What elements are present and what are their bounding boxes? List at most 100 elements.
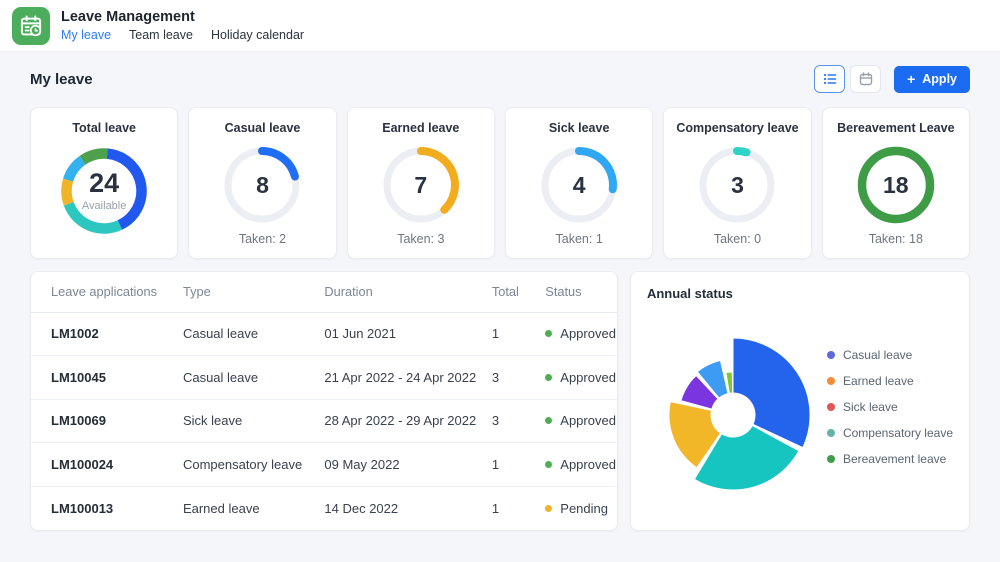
apply-button-label: Apply [922, 72, 957, 86]
leave-management-logo-icon [12, 7, 50, 45]
status-dot-icon [545, 461, 552, 468]
table-header: Leave applicationsTypeDurationTotalStatu… [31, 272, 617, 312]
cell-total: 3 [491, 399, 544, 443]
stat-card-value: 3 [731, 174, 744, 197]
cell-leave-id: LM10045 [31, 356, 182, 400]
cell-status: Approved [544, 312, 617, 356]
stat-card-taken-label: Taken: 18 [869, 232, 923, 246]
stat-card-value: 4 [573, 174, 586, 197]
status-label: Approved [560, 370, 616, 385]
stat-ring-chart: 8 [220, 143, 304, 227]
bottom-row: Leave applicationsTypeDurationTotalStatu… [30, 271, 970, 531]
stat-card-taken-label: Taken: 3 [397, 232, 444, 246]
header-tab-holiday-calendar[interactable]: Holiday calendar [211, 28, 304, 42]
stat-card-bereavement-leave: Bereavement Leave18Taken: 18 [822, 107, 970, 259]
table-row-lm10045[interactable]: LM10045Casual leave21 Apr 2022 - 24 Apr … [31, 356, 617, 400]
header-tabs: My leave Team leave Holiday calendar [61, 28, 304, 42]
legend-item-compensatory-leave[interactable]: Compensatory leave [827, 426, 953, 440]
cell-leave-id: LM100013 [31, 486, 182, 530]
calendar-view-button[interactable] [850, 65, 881, 93]
cell-duration: 09 May 2022 [323, 443, 490, 487]
stat-ring-chart: 4 [537, 143, 621, 227]
stat-card-taken-label: Taken: 1 [556, 232, 603, 246]
stat-card-title: Casual leave [225, 121, 301, 135]
stat-card-taken-label: Taken: 2 [239, 232, 286, 246]
stat-ring-chart: 24Available [56, 143, 152, 239]
column-header-type: Type [182, 272, 323, 312]
cell-duration: 21 Apr 2022 - 24 Apr 2022 [323, 356, 490, 400]
column-header-status: Status [544, 272, 617, 312]
stat-card-total-leave: Total leave 24Available [30, 107, 178, 259]
legend-dot-icon [827, 377, 835, 385]
table-row-lm1002[interactable]: LM1002Casual leave01 Jun 20211Approved [31, 312, 617, 356]
stat-card-value: 8 [256, 174, 269, 197]
app-header: Leave Management My leave Team leave Holid… [0, 0, 1000, 52]
legend-label: Bereavement leave [843, 452, 946, 466]
leave-summary-cards: Total leave 24Available Casual leave 8 Taken… [30, 107, 970, 259]
table-row-lm100013[interactable]: LM100013Earned leave14 Dec 20221Pending [31, 486, 617, 530]
stat-card-title: Sick leave [549, 121, 609, 135]
stat-card-title: Compensatory leave [676, 121, 798, 135]
table-row-lm10069[interactable]: LM10069Sick leave28 Apr 2022 - 29 Apr 20… [31, 399, 617, 443]
stat-card-title: Total leave [72, 121, 136, 135]
section-header: My leave [30, 63, 970, 95]
legend-label: Sick leave [843, 400, 898, 414]
app-title: Leave Management [61, 9, 304, 25]
status-label: Approved [560, 326, 616, 341]
table-row-lm100024[interactable]: LM100024Compensatory leave09 May 20221Ap… [31, 443, 617, 487]
stat-card-title: Bereavement Leave [837, 121, 954, 135]
header-tab-team-leave[interactable]: Team leave [129, 28, 193, 42]
header-tab-my-leave[interactable]: My leave [61, 28, 111, 42]
leave-applications-table-card: Leave applicationsTypeDurationTotalStatu… [30, 271, 618, 531]
legend-dot-icon [827, 455, 835, 463]
cell-status: Approved [544, 399, 617, 443]
toolbar-controls: + Apply [814, 65, 970, 93]
legend-dot-icon [827, 351, 835, 359]
status-dot-icon [545, 374, 552, 381]
status-badge: Approved [545, 457, 616, 472]
list-view-icon [822, 71, 838, 87]
status-dot-icon [545, 330, 552, 337]
stat-ring-chart: 7 [379, 143, 463, 227]
legend-item-earned-leave[interactable]: Earned leave [827, 374, 953, 388]
annual-status-body: Casual leave Earned leave Sick leave Compen… [647, 303, 953, 511]
legend-item-bereavement-leave[interactable]: Bereavement leave [827, 452, 953, 466]
cell-total: 1 [491, 443, 544, 487]
status-dot-icon [545, 417, 552, 424]
stat-card-compensatory-leave: Compensatory leave 3 Taken: 0 [663, 107, 811, 259]
ring-center-text: 3 [695, 143, 779, 227]
cell-status: Approved [544, 356, 617, 400]
cell-total: 1 [491, 312, 544, 356]
cell-status: Pending [544, 486, 617, 530]
status-badge: Approved [545, 413, 616, 428]
status-label: Pending [560, 501, 608, 516]
status-dot-icon [545, 505, 552, 512]
ring-center-text: 7 [379, 143, 463, 227]
list-view-button[interactable] [814, 65, 845, 93]
cell-leave-id: LM100024 [31, 443, 182, 487]
stat-card-taken-label: Taken: 0 [714, 232, 761, 246]
cell-leave-type: Compensatory leave [182, 443, 323, 487]
ring-center-text: 24Available [56, 143, 152, 239]
stat-card-sick-leave: Sick leave 4 Taken: 1 [505, 107, 653, 259]
stat-card-value: 7 [414, 174, 427, 197]
annual-status-card: Annual status Casual leaveEarned leaveSi… [630, 271, 970, 531]
status-badge: Approved [545, 370, 616, 385]
status-badge: Approved [545, 326, 616, 341]
plus-icon: + [907, 72, 915, 86]
main-content: My leave [0, 63, 1000, 531]
legend-dot-icon [827, 403, 835, 411]
status-badge: Pending [545, 501, 616, 516]
annual-status-pie-chart [647, 303, 819, 511]
stat-card-value-sublabel: Available [82, 200, 126, 212]
stat-card-earned-leave: Earned leave7Taken: 3 [347, 107, 495, 259]
cell-leave-type: Sick leave [182, 399, 323, 443]
legend-label: Casual leave [843, 348, 912, 362]
cell-total: 1 [491, 486, 544, 530]
legend-item-sick-leave[interactable]: Sick leave [827, 400, 953, 414]
legend-item-casual-leave[interactable]: Casual leave [827, 348, 953, 362]
apply-button[interactable]: + Apply [894, 66, 970, 93]
cell-status: Approved [544, 443, 617, 487]
cell-leave-type: Casual leave [182, 356, 323, 400]
calendar-clock-icon [18, 13, 44, 39]
